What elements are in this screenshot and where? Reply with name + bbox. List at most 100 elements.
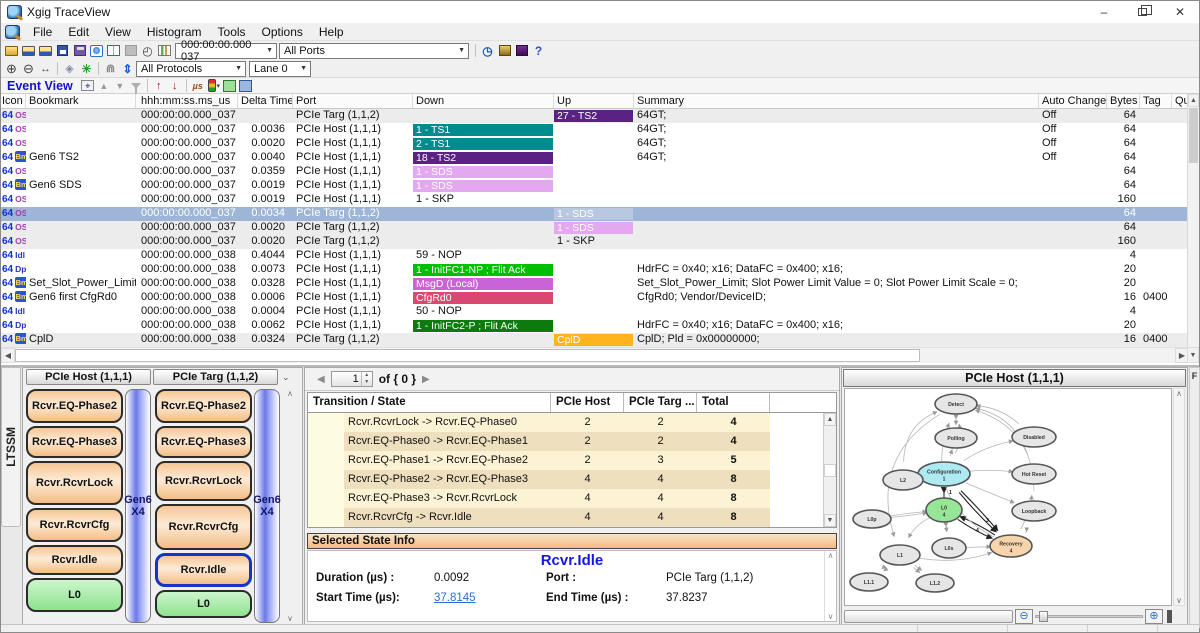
decode-table-icon[interactable] [222, 79, 238, 93]
event-row[interactable]: 64OS000:00:00.000_0370.0019PCIe Host (1,… [1, 193, 1189, 207]
open-recent-icon[interactable] [37, 43, 54, 58]
ltssm-state-box[interactable]: Rcvr.EQ-Phase3 [26, 426, 123, 458]
pager-next-icon[interactable]: ▶ [422, 374, 430, 385]
chevron-down-icon[interactable]: ▼ [235, 65, 242, 72]
state-info-scrollbar[interactable]: ∧∨ [824, 551, 836, 621]
event-row[interactable]: 64OS000:00:00.000_0370.0359PCIe Host (1,… [1, 165, 1189, 179]
ltssm-state-box[interactable]: L0 [26, 578, 123, 612]
save-all-icon[interactable] [71, 43, 88, 58]
diagram-zoom-out-icon[interactable]: ⊖ [1015, 609, 1033, 624]
chevron-down-icon[interactable]: ▼ [266, 47, 273, 54]
state-node-detect[interactable]: Detect [935, 394, 977, 414]
state-node-l12[interactable]: L1.2 [916, 574, 954, 592]
time-unit-icon[interactable]: µs [190, 79, 206, 93]
col-tag[interactable]: Tag [1140, 94, 1172, 108]
ltssm-state-box[interactable]: Rcvr.RcvrCfg [26, 508, 123, 542]
state-node-l1[interactable]: L1 [880, 545, 920, 565]
ltssm-state-box[interactable]: Rcvr.EQ-Phase2 [26, 389, 123, 423]
protocols-select[interactable]: All Protocols ▼ [136, 61, 246, 77]
spinner-arrows-icon[interactable]: ▲▼ [361, 372, 372, 386]
timestamp-combo[interactable]: 000:00:00.000 037 ▼ [175, 43, 277, 59]
menu-file[interactable]: File [25, 23, 60, 41]
expert-icon[interactable] [496, 43, 513, 58]
col-transition-state[interactable]: Transition / State [308, 393, 551, 412]
menu-view[interactable]: View [97, 23, 139, 41]
scroll-down-icon[interactable]: ▼ [824, 514, 836, 527]
jump-down-icon[interactable]: ↓ [167, 79, 183, 93]
scroll-up-icon[interactable]: ▲ [824, 413, 836, 426]
event-row[interactable]: 64OS000:00:00.000_0370.0020PCIe Host (1,… [1, 137, 1189, 151]
minimize-button[interactable]: – [1085, 1, 1123, 23]
ltssm-state-box[interactable]: Rcvr.RcvrLock [155, 461, 252, 501]
col-bytes[interactable]: Bytes [1107, 94, 1140, 108]
col-auto-change[interactable]: Auto Change [1039, 94, 1107, 108]
state-node-l0p[interactable]: L0p [853, 510, 891, 528]
event-row[interactable]: 64OS000:00:00.000_0370.0020PCIe Targ (1,… [1, 235, 1189, 249]
traffic-filter-icon[interactable]: ▾ [206, 79, 222, 93]
diagram-zoom-in-icon[interactable]: ⊕ [1145, 609, 1163, 624]
filter-icon[interactable] [128, 79, 144, 93]
capture-view-icon[interactable] [88, 43, 105, 58]
collapsed-side-tab[interactable]: F [1189, 367, 1200, 628]
event-row[interactable]: 64Dp000:00:00.000_0380.0073PCIe Host (1,… [1, 263, 1189, 277]
ports-select[interactable]: All Ports ▼ [279, 43, 469, 59]
transition-row[interactable]: Rcvr.EQ-Phase0 -> Rcvr.EQ-Phase1224 [308, 432, 823, 451]
slider-thumb[interactable] [1039, 611, 1048, 622]
transition-row[interactable]: Rcvr.EQ-Phase1 -> Rcvr.EQ-Phase2235 [308, 451, 823, 470]
open-trace-icon[interactable] [3, 43, 20, 58]
chevron-down-icon[interactable]: ▼ [300, 65, 307, 72]
col-pcie-targ[interactable]: PCIe Targ ... [624, 393, 697, 412]
event-row[interactable]: 64Dp000:00:00.000_0380.0062PCIe Host (1,… [1, 319, 1189, 333]
transition-scrollbar[interactable]: ▲ ▼ [823, 413, 836, 527]
ltssm-state-diagram[interactable]: Detect Polling Disabled Configuration1 Hot R… [844, 388, 1172, 606]
restore-button[interactable] [1123, 1, 1161, 23]
col-bookmark[interactable]: Bookmark [26, 94, 136, 108]
tag-icon[interactable]: ◈ [61, 61, 78, 76]
event-row[interactable]: 64OS000:00:00.000_0370.0036PCIe Host (1,… [1, 123, 1189, 137]
lane-select[interactable]: Lane 0 ▼ [249, 61, 311, 77]
event-row[interactable]: 64BmGen6 SDS000:00:00.000_0370.0019PCIe … [1, 179, 1189, 193]
menu-edit[interactable]: Edit [60, 23, 97, 41]
ltssm-tab[interactable]: LTSSM [1, 367, 21, 527]
ltssm-targ-header[interactable]: PCIe Targ (1,1,2) [153, 369, 278, 385]
col-summary[interactable]: Summary [634, 94, 1039, 108]
state-node-polling[interactable]: Polling [935, 428, 977, 448]
transition-row[interactable]: Rcvr.RcvrLock -> Rcvr.EQ-Phase0224 [308, 413, 823, 432]
state-node-hotreset[interactable]: Hot Reset [1012, 464, 1056, 484]
chevron-down-icon[interactable]: ⌄ [282, 369, 290, 386]
event-row[interactable]: 64BmGen6 TS2000:00:00.000_0370.0040PCIe … [1, 151, 1189, 165]
scrollbar-thumb[interactable] [824, 464, 836, 477]
col-total[interactable]: Total [697, 393, 770, 412]
event-table-horizontal-scrollbar[interactable]: ◀ ▶ [1, 347, 1189, 363]
col-up[interactable]: Up [554, 94, 634, 108]
marker-icon[interactable]: ✳ [78, 61, 95, 76]
zoom-fit-icon[interactable]: ↔ [37, 61, 54, 76]
transition-row[interactable]: Rcvr.EQ-Phase2 -> Rcvr.EQ-Phase3448 [308, 470, 823, 489]
state-node-l2[interactable]: L2 [883, 470, 923, 490]
save-icon[interactable] [54, 43, 71, 58]
diagram-vertical-scrollbar[interactable]: ∧∨ [1173, 388, 1185, 606]
pager-spinner[interactable]: 1 ▲▼ [331, 371, 373, 387]
prev-event-icon[interactable]: ▲ [96, 79, 112, 93]
close-button[interactable]: ✕ [1161, 1, 1199, 23]
zoom-out-icon[interactable]: ⊖ [20, 61, 37, 76]
event-row[interactable]: 64OS000:00:00.000_0370.0020PCIe Targ (1,… [1, 221, 1189, 235]
diagram-horizontal-scrollbar[interactable] [844, 610, 1013, 623]
open-capture-icon[interactable] [20, 43, 37, 58]
report-icon[interactable] [156, 43, 173, 58]
chevron-down-icon[interactable]: ▼ [458, 47, 465, 54]
ltssm-state-box[interactable]: L0 [155, 590, 252, 618]
diagram-zoom-slider[interactable] [1035, 610, 1143, 623]
state-node-disabled[interactable]: Disabled [1012, 427, 1056, 447]
ltssm-state-box[interactable]: Rcvr.Idle [26, 545, 123, 575]
ltssm-state-box[interactable]: Rcvr.Idle [155, 553, 252, 587]
zoom-in-icon[interactable]: ⊕ [3, 61, 20, 76]
search-icon[interactable]: ⋒ [102, 61, 119, 76]
next-event-icon[interactable]: ▼ [112, 79, 128, 93]
time-info-icon[interactable]: ◷ [479, 43, 496, 58]
event-row[interactable]: 64Idl000:00:00.000_0380.4044PCIe Host (1… [1, 249, 1189, 263]
state-node-config[interactable]: Configuration1 [918, 462, 970, 486]
col-port[interactable]: Port [293, 94, 413, 108]
event-row[interactable]: 64BmCplD000:00:00.000_0380.0324PCIe Targ… [1, 333, 1189, 347]
event-table-vertical-scrollbar[interactable]: ▲ [1187, 94, 1199, 347]
